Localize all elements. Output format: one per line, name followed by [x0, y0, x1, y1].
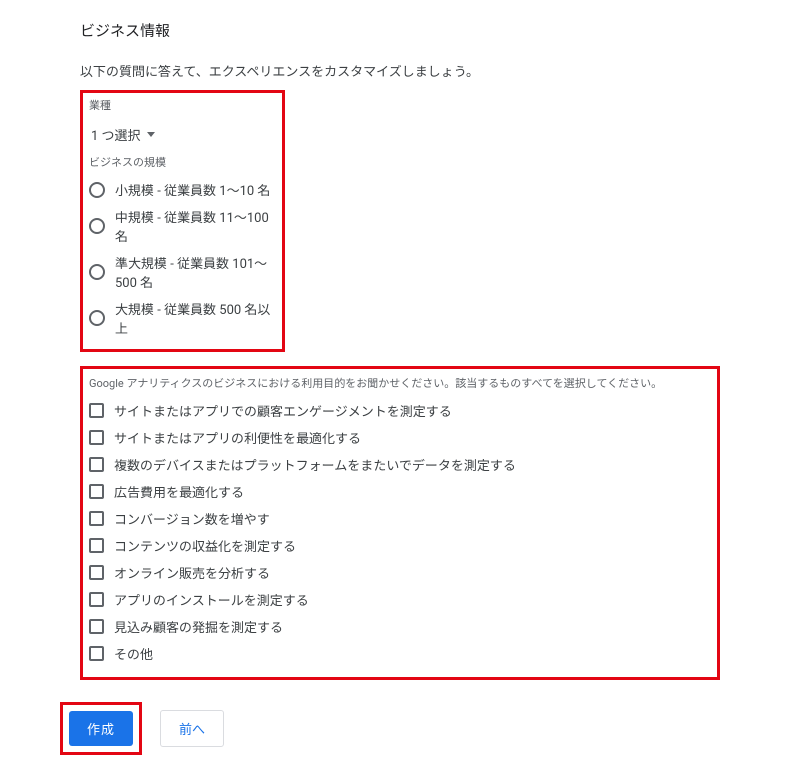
size-label: ビジネスの規模 — [89, 154, 276, 170]
checkbox-icon — [89, 511, 104, 526]
checkbox-icon — [89, 646, 104, 661]
intro-text: 以下の質問に答えて、エクスペリエンスをカスタマイズしましょう。 — [80, 61, 710, 80]
create-button[interactable]: 作成 — [69, 711, 133, 746]
usage-option-cross-device[interactable]: 複数のデバイスまたはプラットフォームをまたいでデータを測定する — [89, 451, 709, 478]
button-row: 作成 前へ — [60, 702, 710, 755]
back-button[interactable]: 前へ — [160, 710, 224, 747]
usage-option-app-installs[interactable]: アプリのインストールを測定する — [89, 586, 709, 613]
usage-option-label: サイトまたはアプリの利便性を最適化する — [114, 428, 361, 447]
industry-label: 業種 — [89, 97, 276, 113]
usage-option-label: サイトまたはアプリでの顧客エンゲージメントを測定する — [114, 401, 452, 420]
size-option-xlarge[interactable]: 大規模 - 従業員数 500 名以上 — [89, 295, 276, 341]
size-option-label: 小規模 - 従業員数 1～10 名 — [115, 180, 270, 199]
size-option-label: 大規模 - 従業員数 500 名以上 — [115, 299, 276, 337]
size-option-label: 準大規模 - 従業員数 101～500 名 — [115, 253, 276, 291]
usage-option-label: 見込み顧客の発掘を測定する — [114, 617, 283, 636]
checkbox-icon — [89, 619, 104, 634]
section-title: ビジネス情報 — [80, 20, 710, 41]
size-option-large[interactable]: 準大規模 - 従業員数 101～500 名 — [89, 249, 276, 295]
usage-option-monetization[interactable]: コンテンツの収益化を測定する — [89, 532, 709, 559]
checkbox-icon — [89, 403, 104, 418]
radio-icon — [89, 218, 105, 234]
usage-option-ecommerce[interactable]: オンライン販売を分析する — [89, 559, 709, 586]
usage-option-conversions[interactable]: コンバージョン数を増やす — [89, 505, 709, 532]
radio-icon — [89, 264, 105, 280]
chevron-down-icon — [147, 132, 155, 137]
checkbox-icon — [89, 592, 104, 607]
create-button-highlight: 作成 — [60, 702, 142, 755]
usage-option-label: コンバージョン数を増やす — [114, 509, 270, 528]
usage-option-ad-spend[interactable]: 広告費用を最適化する — [89, 478, 709, 505]
checkbox-icon — [89, 484, 104, 499]
industry-dropdown-text: 1 つ選択 — [91, 125, 141, 144]
usage-option-leads[interactable]: 見込み顧客の発掘を測定する — [89, 613, 709, 640]
size-option-label: 中規模 - 従業員数 11～100 名 — [115, 207, 276, 245]
usage-option-label: その他 — [114, 644, 153, 663]
usage-option-usability[interactable]: サイトまたはアプリの利便性を最適化する — [89, 424, 709, 451]
usage-option-label: 広告費用を最適化する — [114, 482, 244, 501]
size-option-medium[interactable]: 中規模 - 従業員数 11～100 名 — [89, 203, 276, 249]
usage-option-engagement[interactable]: サイトまたはアプリでの顧客エンゲージメントを測定する — [89, 397, 709, 424]
usage-option-label: アプリのインストールを測定する — [114, 590, 309, 609]
usage-option-label: 複数のデバイスまたはプラットフォームをまたいでデータを測定する — [114, 455, 516, 474]
radio-icon — [89, 310, 105, 326]
usage-label: Google アナリティクスのビジネスにおける利用目的をお聞かせください。該当す… — [89, 375, 709, 391]
radio-icon — [89, 182, 105, 198]
usage-option-label: コンテンツの収益化を測定する — [114, 536, 296, 555]
checkbox-icon — [89, 457, 104, 472]
usage-option-other[interactable]: その他 — [89, 640, 709, 667]
usage-option-label: オンライン販売を分析する — [114, 563, 270, 582]
checkbox-icon — [89, 538, 104, 553]
usage-highlight: Google アナリティクスのビジネスにおける利用目的をお聞かせください。該当す… — [80, 366, 720, 680]
checkbox-icon — [89, 565, 104, 580]
checkbox-icon — [89, 430, 104, 445]
industry-dropdown[interactable]: 1 つ選択 — [89, 119, 276, 154]
size-option-small[interactable]: 小規模 - 従業員数 1～10 名 — [89, 176, 276, 203]
industry-size-highlight: 業種 1 つ選択 ビジネスの規模 小規模 - 従業員数 1～10 名 中規模 -… — [80, 90, 285, 352]
